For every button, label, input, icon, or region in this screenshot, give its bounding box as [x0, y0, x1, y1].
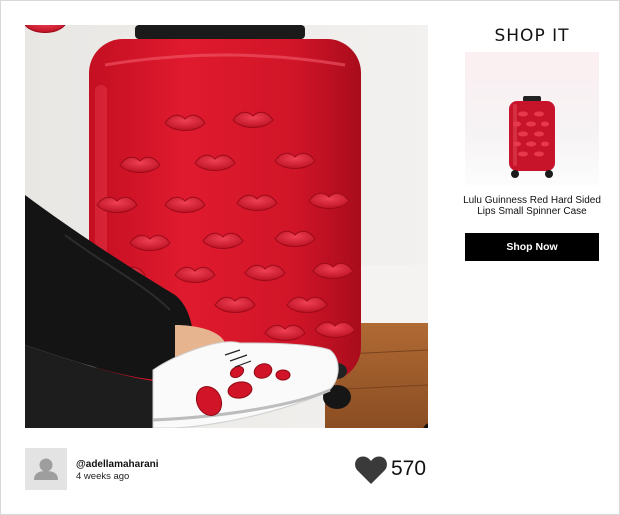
like-count: 570 [391, 457, 427, 480]
suitcase-photo-illustration [25, 25, 428, 428]
post-timestamp: 4 weeks ago [76, 471, 130, 482]
shop-it-heading: SHOP IT [494, 26, 570, 46]
suitcase-product-image [509, 96, 555, 178]
shop-now-button[interactable]: Shop Now [465, 233, 599, 261]
heart-icon[interactable] [354, 454, 388, 486]
ugc-card: ! SHOP IT Lulu Guinness Red Hard Sided L… [0, 0, 620, 515]
product-name: Lulu Guinness Red Hard Sided Lips Small … [463, 195, 601, 217]
avatar[interactable] [25, 448, 67, 490]
user-placeholder-icon [34, 458, 58, 480]
post-photo[interactable]: ! [25, 25, 428, 428]
username-link[interactable]: @adellamaharani [76, 459, 159, 470]
product-thumbnail[interactable] [465, 52, 599, 186]
